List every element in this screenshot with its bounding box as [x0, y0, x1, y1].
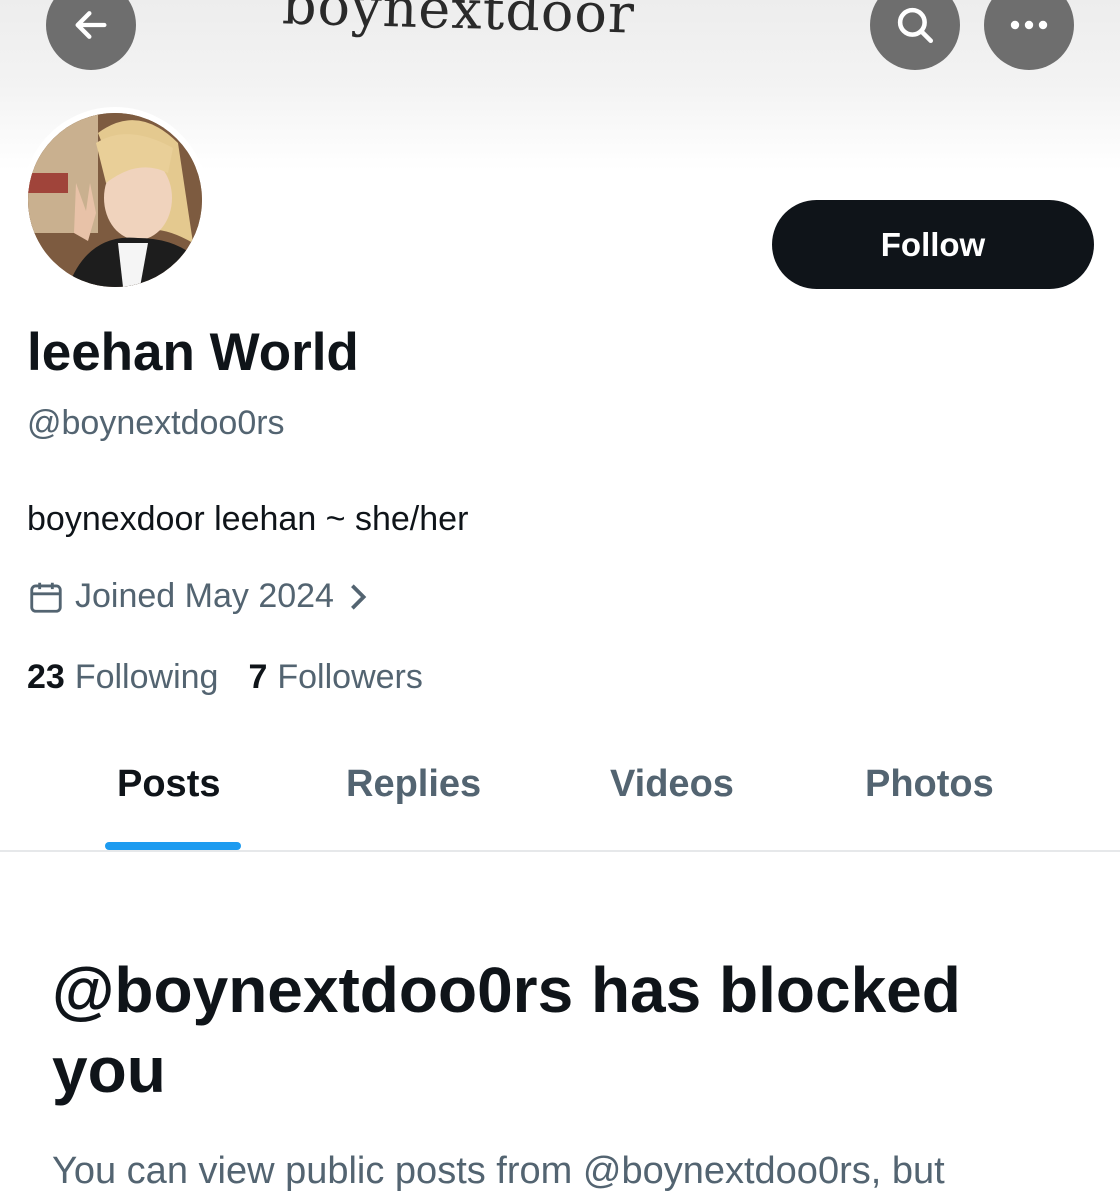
profile-bio: boynexdoor leehan ~ she/her	[27, 500, 469, 538]
tab-replies[interactable]: Replies	[346, 763, 481, 806]
follow-stats: 23 Following 7 Followers	[27, 658, 453, 697]
calendar-icon	[30, 582, 62, 613]
active-tab-indicator	[105, 842, 241, 850]
avatar[interactable]	[22, 107, 208, 293]
tab-photos[interactable]: Photos	[865, 763, 994, 806]
followers-label: Followers	[277, 658, 423, 696]
banner-handwriting: boynextdoor	[281, 0, 636, 46]
chevron-right-icon	[351, 583, 367, 610]
tab-posts[interactable]: Posts	[117, 763, 220, 806]
follow-button[interactable]: Follow	[772, 200, 1094, 289]
followers-link[interactable]: 7 Followers	[248, 658, 422, 697]
tab-videos[interactable]: Videos	[610, 763, 734, 806]
avatar-photo	[28, 113, 202, 287]
profile-tabs: Posts Replies Videos Photos	[0, 745, 1120, 852]
more-horizontal-icon	[1010, 20, 1048, 30]
blocked-title: @boynextdoo0rs has blocked you	[52, 954, 961, 1106]
profile-handle: @boynextdoo0rs	[27, 404, 285, 442]
joined-date[interactable]: Joined May 2024	[27, 577, 368, 616]
joined-label: Joined May 2024	[75, 577, 334, 615]
search-icon	[897, 7, 934, 44]
arrow-left-icon	[75, 11, 107, 39]
following-link[interactable]: 23 Following	[27, 658, 218, 697]
following-count: 23	[27, 658, 65, 696]
followers-count: 7	[248, 658, 268, 696]
following-label: Following	[74, 658, 219, 696]
blocked-description: You can view public posts from @boynextd…	[52, 1150, 945, 1192]
display-name: leehan World	[27, 323, 359, 382]
